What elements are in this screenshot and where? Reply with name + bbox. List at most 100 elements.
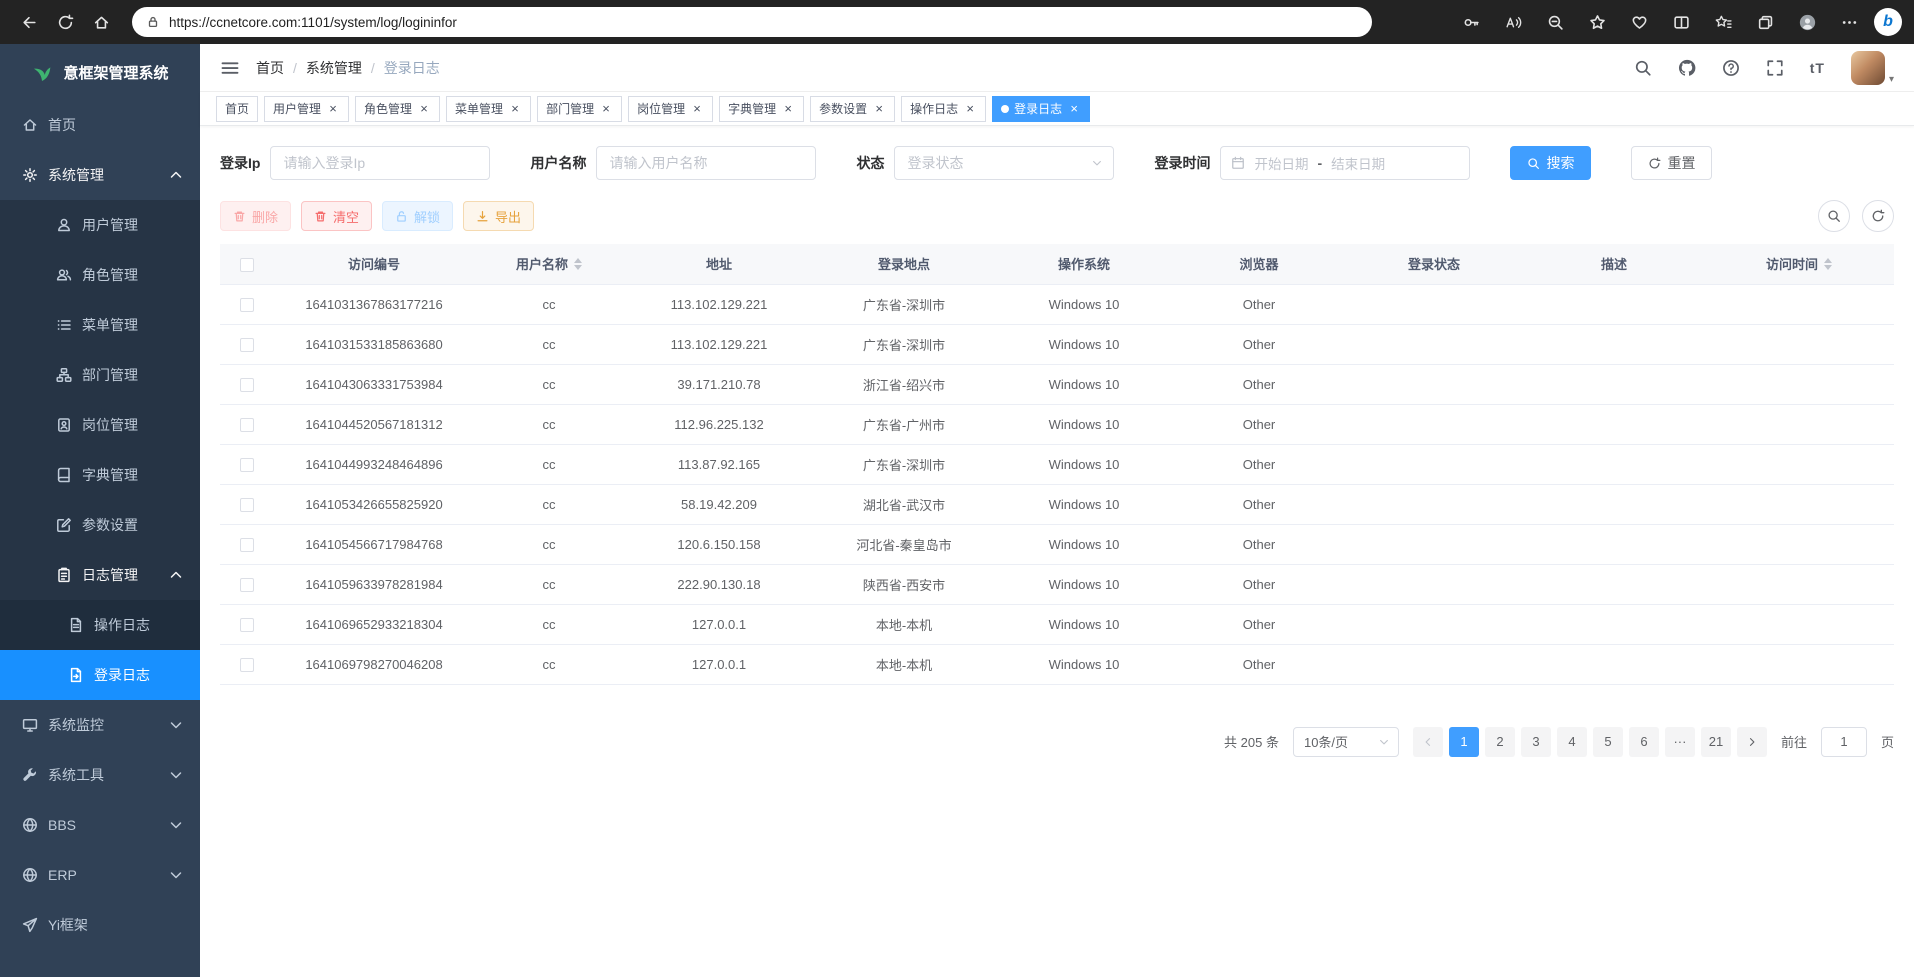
next-page-button[interactable] (1737, 727, 1767, 757)
sidebar-item-param-settings[interactable]: 参数设置 (0, 500, 200, 550)
row-checkbox[interactable] (240, 618, 254, 632)
back-icon[interactable] (12, 5, 46, 39)
favorites-icon[interactable] (1706, 5, 1740, 39)
delete-button[interactable]: 删除 (220, 201, 291, 231)
cell-description (1524, 524, 1704, 564)
sidebar-item-yi-framework[interactable]: Yi框架 (0, 900, 200, 950)
date-range-picker[interactable]: 开始日期 - 结束日期 (1220, 146, 1470, 180)
row-checkbox[interactable] (240, 298, 254, 312)
home-icon[interactable] (84, 5, 118, 39)
tab-dept-mgmt[interactable]: 部门管理× (537, 96, 622, 122)
page-size-select[interactable]: 10条/页 (1293, 727, 1399, 757)
sidebar-item-home[interactable]: 首页 (0, 100, 200, 150)
split-screen-icon[interactable] (1664, 5, 1698, 39)
tab-login-log[interactable]: 登录日志× (992, 96, 1090, 122)
search-button[interactable]: 搜索 (1510, 146, 1591, 180)
tab-close-icon[interactable]: × (690, 102, 704, 116)
sidebar-item-system-mgmt[interactable]: 系统管理 (0, 150, 200, 200)
tab-close-icon[interactable]: × (872, 102, 886, 116)
sort-icon[interactable] (574, 258, 582, 270)
sidebar-item-monitor[interactable]: 系统监控 (0, 700, 200, 750)
sidebar-item-erp[interactable]: ERP (0, 850, 200, 900)
row-checkbox[interactable] (240, 458, 254, 472)
status-filter-select[interactable]: 登录状态 (894, 146, 1114, 180)
sort-icon[interactable] (1824, 258, 1832, 270)
zoom-icon[interactable] (1538, 5, 1572, 39)
row-checkbox[interactable] (240, 658, 254, 672)
tab-user-mgmt[interactable]: 用户管理× (264, 96, 349, 122)
tab-role-mgmt[interactable]: 角色管理× (355, 96, 440, 122)
search-icon[interactable] (1634, 59, 1652, 77)
copilot-icon[interactable]: b (1874, 8, 1902, 36)
prev-page-button[interactable] (1413, 727, 1443, 757)
reset-button[interactable]: 重置 (1631, 146, 1712, 180)
hamburger-icon[interactable] (220, 58, 240, 78)
sidebar-item-user-mgmt[interactable]: 用户管理 (0, 200, 200, 250)
unlock-button[interactable]: 解锁 (382, 201, 453, 231)
tab-close-icon[interactable]: × (599, 102, 613, 116)
refresh-table-button[interactable] (1862, 200, 1894, 232)
column-header-user-name[interactable]: 用户名称 (474, 244, 624, 284)
tab-close-icon[interactable]: × (508, 102, 522, 116)
page-button[interactable]: 3 (1521, 727, 1551, 757)
page-button[interactable]: 1 (1449, 727, 1479, 757)
help-icon[interactable] (1722, 59, 1740, 77)
select-all-checkbox[interactable] (240, 258, 254, 272)
tab-close-icon[interactable]: × (1067, 102, 1081, 116)
tab-dict-mgmt[interactable]: 字典管理× (719, 96, 804, 122)
breadcrumb-item[interactable]: 首页 (256, 58, 284, 78)
username-filter-input[interactable] (596, 146, 816, 180)
url-bar[interactable]: https://ccnetcore.com:1101/system/log/lo… (132, 7, 1372, 37)
page-button[interactable]: 4 (1557, 727, 1587, 757)
fullscreen-icon[interactable] (1766, 59, 1784, 77)
row-checkbox[interactable] (240, 338, 254, 352)
favorite-add-icon[interactable] (1580, 5, 1614, 39)
tab-close-icon[interactable]: × (326, 102, 340, 116)
more-icon[interactable] (1832, 5, 1866, 39)
row-checkbox[interactable] (240, 418, 254, 432)
page-button[interactable]: 2 (1485, 727, 1515, 757)
font-size-icon[interactable]: tT (1810, 61, 1825, 75)
row-checkbox[interactable] (240, 538, 254, 552)
page-button[interactable]: 21 (1701, 727, 1731, 757)
user-avatar[interactable]: ▾ (1851, 51, 1894, 85)
row-checkbox[interactable] (240, 378, 254, 392)
row-checkbox[interactable] (240, 498, 254, 512)
sidebar-item-login-log[interactable]: 登录日志 (0, 650, 200, 700)
sidebar-item-dept-mgmt[interactable]: 部门管理 (0, 350, 200, 400)
collections-icon[interactable] (1748, 5, 1782, 39)
clear-button[interactable]: 清空 (301, 201, 372, 231)
tab-close-icon[interactable]: × (417, 102, 431, 116)
github-icon[interactable] (1678, 59, 1696, 77)
sidebar-item-bbs[interactable]: BBS (0, 800, 200, 850)
tab-post-mgmt[interactable]: 岗位管理× (628, 96, 713, 122)
sidebar-item-op-log[interactable]: 操作日志 (0, 600, 200, 650)
toggle-search-button[interactable] (1818, 200, 1850, 232)
tab-op-log[interactable]: 操作日志× (901, 96, 986, 122)
page-button[interactable]: 6 (1629, 727, 1659, 757)
tab-close-icon[interactable]: × (781, 102, 795, 116)
sidebar-item-dict-mgmt[interactable]: 字典管理 (0, 450, 200, 500)
read-aloud-icon[interactable] (1496, 5, 1530, 39)
refresh-icon[interactable] (48, 5, 82, 39)
sidebar-item-role-mgmt[interactable]: 角色管理 (0, 250, 200, 300)
page-button[interactable]: 5 (1593, 727, 1623, 757)
profile-icon[interactable] (1790, 5, 1824, 39)
sidebar-item-tools[interactable]: 系统工具 (0, 750, 200, 800)
goto-page-input[interactable] (1821, 727, 1867, 757)
tab-param-settings[interactable]: 参数设置× (810, 96, 895, 122)
export-button[interactable]: 导出 (463, 201, 534, 231)
breadcrumb-item[interactable]: 系统管理 (306, 58, 362, 78)
row-checkbox[interactable] (240, 578, 254, 592)
tab-menu-mgmt[interactable]: 菜单管理× (446, 96, 531, 122)
sidebar-item-menu-mgmt[interactable]: 菜单管理 (0, 300, 200, 350)
browser-essentials-icon[interactable] (1622, 5, 1656, 39)
sidebar-item-post-mgmt[interactable]: 岗位管理 (0, 400, 200, 450)
sidebar-item-log-mgmt[interactable]: 日志管理 (0, 550, 200, 600)
ip-filter-input[interactable] (270, 146, 490, 180)
column-header-visit-time[interactable]: 访问时间 (1704, 244, 1894, 284)
tab-close-icon[interactable]: × (963, 102, 977, 116)
pager-more-button[interactable]: ··· (1665, 727, 1695, 757)
key-icon[interactable] (1454, 5, 1488, 39)
tab-home[interactable]: 首页 (216, 96, 258, 122)
